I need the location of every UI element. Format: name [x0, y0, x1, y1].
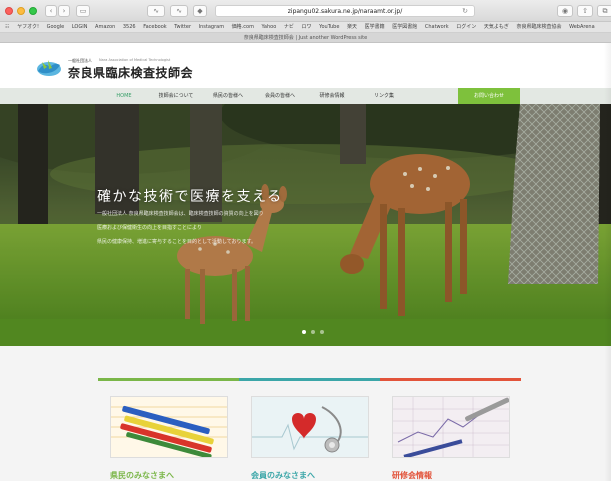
- logo-english-name: Nara Association of Medical Technologist: [99, 58, 171, 62]
- hero-image-deer: [0, 104, 611, 346]
- bookmark-item[interactable]: 価格.com: [232, 22, 254, 32]
- scrollbar-track[interactable]: [604, 43, 611, 481]
- back-icon[interactable]: ‹: [45, 5, 57, 17]
- card-image-residents[interactable]: [110, 396, 228, 458]
- bookmark-item[interactable]: Chatwork: [425, 22, 449, 32]
- bookmark-item[interactable]: Twitter: [174, 22, 191, 32]
- bookmark-item[interactable]: 天気よもぎ: [484, 22, 509, 32]
- logo-icon[interactable]: [36, 58, 62, 78]
- slider-pagination: [302, 329, 327, 336]
- card-title-residents[interactable]: 県民のみなさまへ: [110, 470, 174, 481]
- bookmark-item[interactable]: 奈良県臨床検査協会: [516, 22, 561, 32]
- reader-icon[interactable]: ∿: [147, 5, 165, 17]
- nav-item-links[interactable]: リンク集: [358, 88, 410, 104]
- minimize-window-button[interactable]: [17, 7, 25, 15]
- hero-title: 確かな技術で医療を支える: [97, 189, 283, 205]
- bookmarks-bar: ☷ ヤフオク! Google LOGIN Amazon 3526 Faceboo…: [0, 22, 611, 33]
- browser-titlebar: ‹ › ▭ ∿ ∿ ◆ zipangu02.sakura.ne.jp/naraa…: [0, 0, 611, 22]
- bookmark-item[interactable]: Instagram: [199, 22, 224, 32]
- section-bar-seminars: [380, 378, 521, 381]
- nav-item-seminars[interactable]: 研修会情報: [306, 88, 358, 104]
- bookmark-item[interactable]: Google: [47, 22, 65, 32]
- bookmark-item[interactable]: Yahoo: [262, 22, 277, 32]
- sidebar-icon[interactable]: ▭: [76, 5, 90, 17]
- bookmark-item[interactable]: ヤフオク!: [17, 22, 39, 32]
- close-window-button[interactable]: [5, 7, 13, 15]
- chart-paper-image: [393, 397, 509, 457]
- extension-icon[interactable]: ∿: [170, 5, 188, 17]
- bookmark-item[interactable]: ナビ: [284, 22, 294, 32]
- bookmark-item[interactable]: Amazon: [95, 22, 115, 32]
- bookmarks-grid-icon[interactable]: ☷: [5, 22, 9, 32]
- slider-dot[interactable]: [302, 330, 306, 334]
- tabs-overview-icon[interactable]: ⧉: [597, 5, 611, 17]
- section-bar-residents: [98, 378, 239, 381]
- reload-icon[interactable]: ↻: [462, 6, 468, 17]
- site-header: 一般社団法人 Nara Association of Medical Techn…: [0, 43, 611, 88]
- hero-text-line: 一般社団法人 奈良県臨床検査技師会は、臨床検査技師の資質の向上を図り: [97, 211, 264, 217]
- nav-item-members[interactable]: 会員の皆様へ: [254, 88, 306, 104]
- main-nav: HOME 技師会について 県民の皆様へ 会員の皆様へ 研修会情報 リンク集 お問…: [0, 88, 611, 104]
- nav-item-residents[interactable]: 県民の皆様へ: [202, 88, 254, 104]
- card-title-seminars[interactable]: 研修会情報: [392, 470, 432, 481]
- address-url: zipangu02.sakura.ne.jp/naraamt.or.jp/: [287, 8, 403, 15]
- bookmark-item[interactable]: WebArena: [569, 22, 595, 32]
- logo-title[interactable]: 奈良県臨床検査技師会: [68, 64, 193, 81]
- slider-dot[interactable]: [319, 330, 324, 334]
- zoom-window-button[interactable]: [29, 7, 37, 15]
- download-icon[interactable]: ◉: [557, 5, 573, 17]
- tab-bar: 奈良県臨床検査技師会 | Just another WordPress site: [0, 33, 611, 43]
- card-image-seminars[interactable]: [392, 396, 510, 458]
- bookmark-item[interactable]: Facebook: [143, 22, 167, 32]
- hero-text-line: 医療および保健衛生の向上を目指すことにより: [97, 225, 202, 231]
- bookmark-item[interactable]: LOGIN: [72, 22, 88, 32]
- address-bar[interactable]: zipangu02.sakura.ne.jp/naraamt.or.jp/ ↻: [215, 5, 475, 17]
- stethoscope-image: [252, 397, 368, 457]
- nav-item-about[interactable]: 技師会について: [150, 88, 202, 104]
- bookmark-item[interactable]: 医学図書館: [392, 22, 417, 32]
- test-tubes-image: [111, 397, 227, 457]
- bookmark-item[interactable]: ログイン: [456, 22, 476, 32]
- bookmark-item[interactable]: 楽天: [347, 22, 357, 32]
- bookmark-item[interactable]: 3526: [123, 22, 136, 32]
- forward-icon[interactable]: ›: [58, 5, 70, 17]
- bookmark-item[interactable]: ロワ: [301, 22, 311, 32]
- feature-section: 県民のみなさまへ 会員のみなさまへ 研修会情報: [0, 346, 611, 481]
- nav-item-home[interactable]: HOME: [98, 88, 150, 104]
- bookmark-item[interactable]: 医学書籍: [365, 22, 385, 32]
- slider-dot[interactable]: [310, 330, 315, 334]
- card-title-members[interactable]: 会員のみなさまへ: [251, 470, 315, 481]
- section-bar-members: [239, 378, 380, 381]
- hero-text-line: 県民の健康保持、増進に寄与することを目的として活動しております。: [97, 239, 257, 245]
- hero-slider[interactable]: 確かな技術で医療を支える 一般社団法人 奈良県臨床検査技師会は、臨床検査技師の資…: [0, 104, 611, 346]
- card-image-members[interactable]: [251, 396, 369, 458]
- share-icon[interactable]: ⇧: [577, 5, 593, 17]
- shield-icon[interactable]: ◆: [193, 5, 207, 17]
- bookmark-item[interactable]: YouTube: [319, 22, 339, 32]
- tab-active[interactable]: 奈良県臨床検査技師会 | Just another WordPress site: [244, 35, 367, 41]
- nav-item-contact[interactable]: お問い合わせ: [458, 88, 520, 104]
